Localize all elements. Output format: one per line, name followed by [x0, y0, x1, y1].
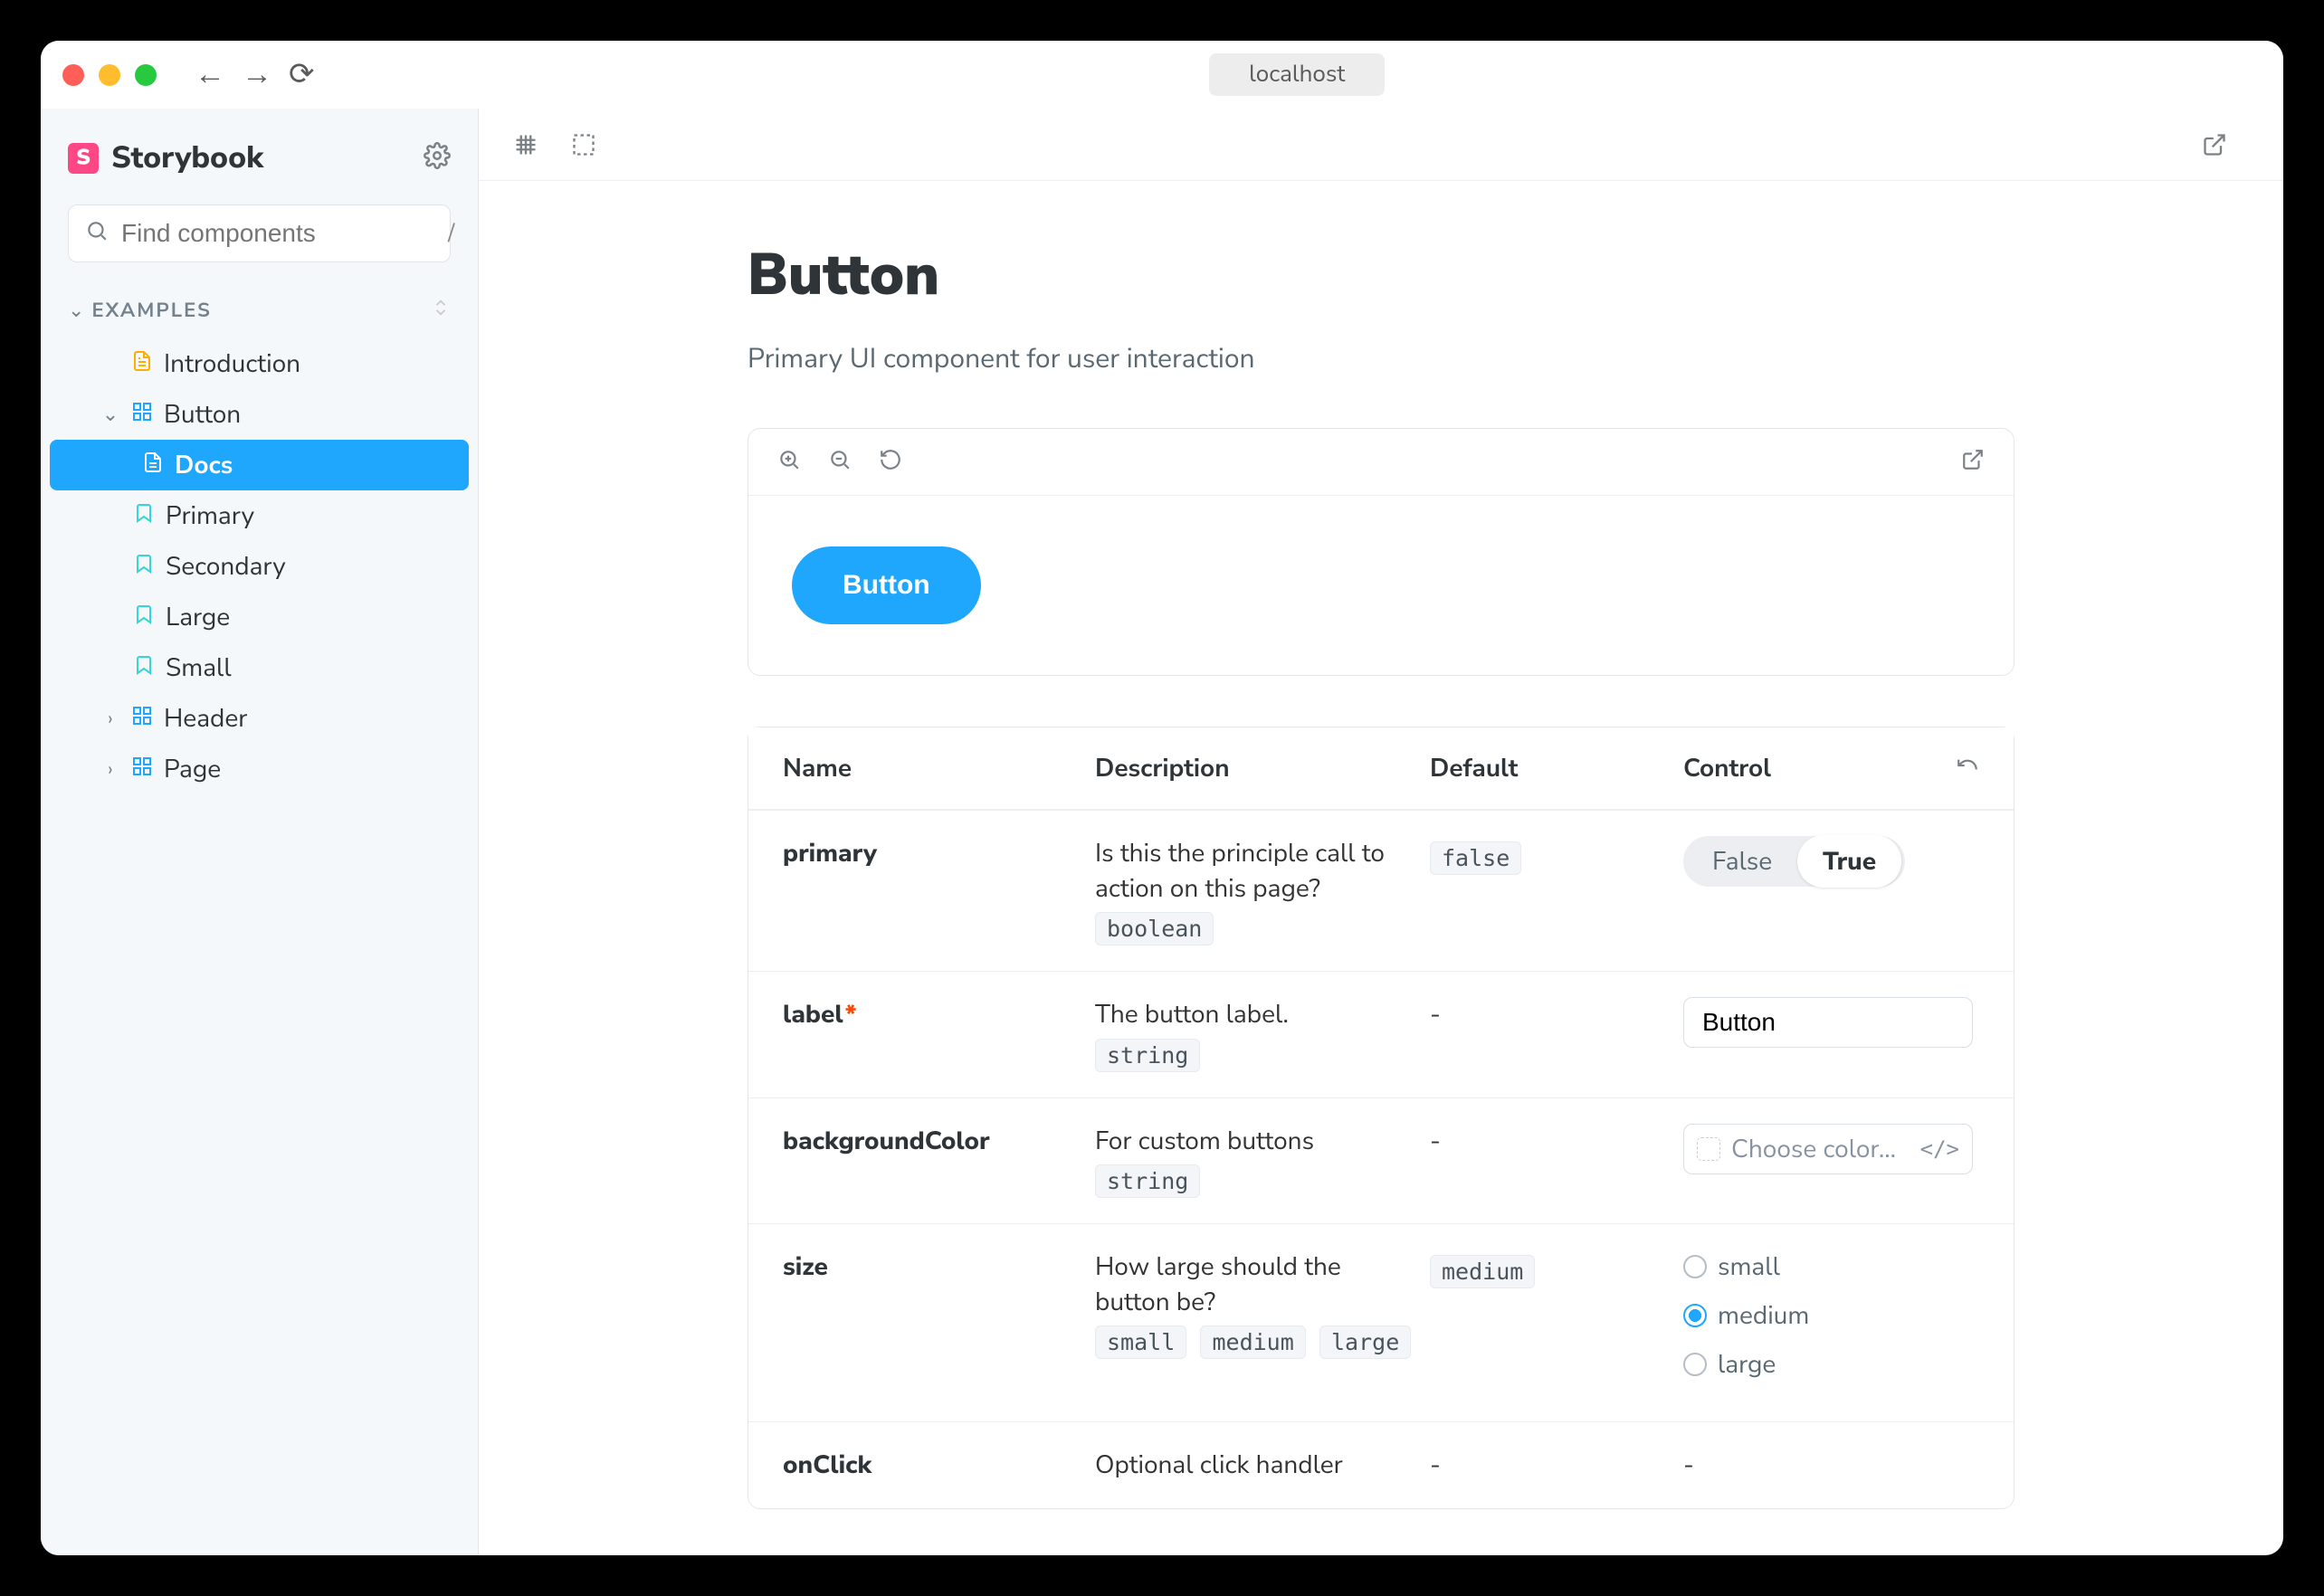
sidebar-item-header[interactable]: › Header: [41, 693, 478, 744]
search-icon: [85, 219, 109, 248]
radio-option-small[interactable]: small: [1683, 1249, 1979, 1284]
sidebar-item-page[interactable]: › Page: [41, 744, 478, 794]
zoom-in-icon: [777, 448, 801, 471]
open-in-new-tab-button[interactable]: [2196, 127, 2233, 163]
main-panel: Button Primary UI component for user int…: [479, 109, 2283, 1555]
close-window-button[interactable]: [62, 64, 84, 86]
preview-toolbar: [748, 429, 2014, 496]
chevron-down-icon: ⌄: [100, 401, 120, 428]
page-title: Button: [748, 235, 2014, 315]
outline-icon: [571, 132, 596, 157]
col-default: Default: [1430, 751, 1683, 785]
nav-buttons: ← → ⟳: [195, 60, 315, 90]
canvas-toolbar: [479, 109, 2283, 181]
bookmark-icon: [133, 600, 155, 634]
component-icon: [131, 397, 153, 432]
back-icon[interactable]: ←: [195, 60, 225, 90]
sidebar-group-header[interactable]: ⌄EXAMPLES: [41, 297, 478, 324]
zoom-reset-button[interactable]: [879, 448, 902, 477]
demo-button[interactable]: Button: [792, 546, 981, 624]
search-shortcut: /: [448, 218, 454, 250]
text-control-label[interactable]: [1683, 997, 1973, 1048]
outline-toggle-button[interactable]: [566, 127, 602, 163]
expand-collapse-icon[interactable]: [431, 298, 451, 323]
reload-icon[interactable]: ⟳: [289, 60, 315, 90]
preview-canvas: Button: [748, 496, 2014, 675]
window-controls: [62, 64, 157, 86]
args-table: Name Description Default Control primary: [748, 727, 2014, 1509]
bookmark-icon: [133, 499, 155, 533]
zoom-out-icon: [828, 448, 852, 471]
sidebar-item-small[interactable]: Small: [41, 642, 478, 693]
url-display[interactable]: localhost: [1209, 53, 1385, 96]
col-control: Control: [1683, 751, 1771, 785]
zoom-in-button[interactable]: [777, 448, 801, 477]
zoom-reset-icon: [879, 448, 902, 471]
component-icon: [131, 752, 153, 786]
sidebar-item-docs[interactable]: Docs: [50, 440, 469, 490]
chevron-right-icon: ›: [100, 755, 120, 783]
chevron-right-icon: ›: [100, 705, 120, 732]
args-header-row: Name Description Default Control: [748, 727, 2014, 810]
args-row-backgroundcolor: backgroundColor For custom buttons strin…: [748, 1097, 2014, 1223]
undo-icon: [1956, 753, 1979, 776]
radio-option-large[interactable]: large: [1683, 1347, 1979, 1382]
boolean-toggle-primary[interactable]: False True: [1683, 836, 1905, 887]
sidebar-item-button[interactable]: ⌄ Button: [41, 389, 478, 440]
external-link-icon: [1961, 448, 1985, 471]
brand-name: Storybook: [111, 138, 263, 179]
radio-control-size: small medium large: [1683, 1249, 1979, 1396]
args-row-size: size How large should the button be? sma…: [748, 1223, 2014, 1421]
col-description: Description: [1095, 751, 1430, 785]
grid-icon: [513, 132, 538, 157]
zoom-out-button[interactable]: [828, 448, 852, 477]
document-icon: [142, 448, 164, 482]
gear-icon: [424, 142, 451, 169]
document-icon: [131, 347, 153, 381]
args-row-label: label* The button label. string -: [748, 971, 2014, 1097]
sidebar-tree: Introduction ⌄ Button Docs: [41, 338, 478, 794]
sidebar: Storybook / ⌄EXAMPLES: [41, 109, 479, 1555]
brand-logo-icon: [68, 143, 99, 174]
story-preview: Button: [748, 428, 2014, 676]
search-input[interactable]: /: [68, 204, 451, 262]
external-link-icon: [2202, 132, 2227, 157]
page-subtitle: Primary UI component for user interactio…: [748, 340, 2014, 377]
forward-icon[interactable]: →: [242, 60, 272, 90]
sidebar-item-secondary[interactable]: Secondary: [41, 541, 478, 592]
maximize-window-button[interactable]: [135, 64, 157, 86]
color-swatch-icon: [1697, 1137, 1720, 1161]
args-row-primary: primary Is this the principle call to ac…: [748, 810, 2014, 971]
minimize-window-button[interactable]: [99, 64, 120, 86]
col-name: Name: [783, 751, 1095, 785]
open-isolated-button[interactable]: [1961, 448, 1985, 477]
code-icon: </>: [1920, 1136, 1959, 1162]
titlebar: ← → ⟳ localhost: [41, 41, 2283, 109]
app-window: ← → ⟳ localhost Storybook /: [41, 41, 2283, 1555]
sidebar-item-large[interactable]: Large: [41, 592, 478, 642]
color-control-backgroundcolor[interactable]: Choose color... </>: [1683, 1124, 1973, 1174]
sidebar-item-primary[interactable]: Primary: [41, 490, 478, 541]
bookmark-icon: [133, 651, 155, 685]
brand[interactable]: Storybook: [68, 138, 263, 179]
bookmark-icon: [133, 549, 155, 584]
required-asterisk-icon: *: [845, 997, 857, 1031]
component-icon: [131, 701, 153, 736]
sidebar-item-introduction[interactable]: Introduction: [41, 338, 478, 389]
settings-button[interactable]: [424, 142, 451, 175]
radio-option-medium[interactable]: medium: [1683, 1298, 1979, 1333]
grid-toggle-button[interactable]: [508, 127, 544, 163]
search-field[interactable]: [121, 219, 448, 248]
chevron-down-icon: ⌄: [68, 297, 84, 324]
reset-controls-button[interactable]: [1956, 751, 1979, 785]
args-row-onclick: onClick Optional click handler - -: [748, 1421, 2014, 1508]
